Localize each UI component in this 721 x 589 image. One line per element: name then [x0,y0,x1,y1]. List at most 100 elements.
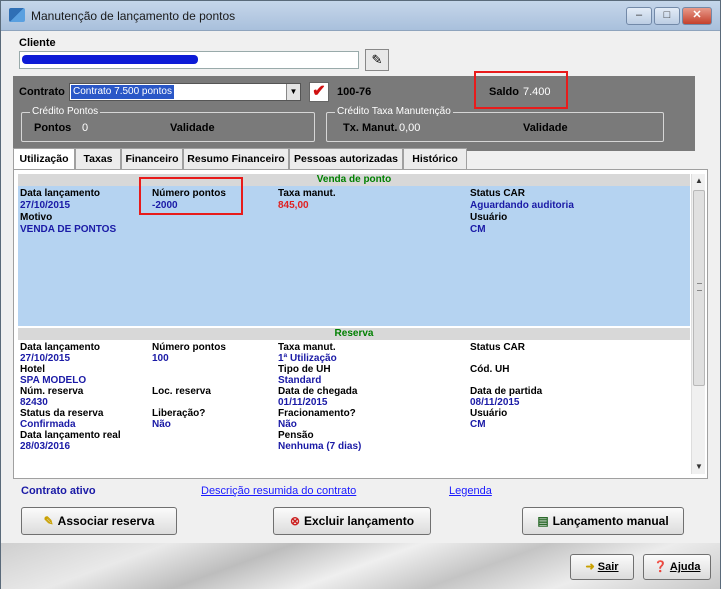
reserva-status-car-label: Status CAR [470,342,526,353]
saldo-highlight [474,71,568,109]
venda-header: Venda de ponto [18,174,690,186]
venda-record[interactable] [18,186,690,326]
reserva-data-partida-label: Data de partida [470,386,543,397]
reserva-numero-pontos-label: Número pontos [152,342,226,353]
scroll-thumb[interactable] [693,190,705,386]
document-icon: ▤ [537,514,549,528]
reserva-num-reserva: 82430 [20,397,48,408]
reserva-hotel: SPA MODELO [20,375,87,386]
venda-data-lancamento: 27/10/2015 [20,200,71,211]
close-button[interactable]: ✕ [682,7,712,25]
venda-status-car-label: Status CAR [470,188,526,199]
reserva-tipo-uh-label: Tipo de UH [278,364,331,375]
reserva-pensao: Nenhuma (7 dias) [278,441,362,452]
window-title: Manutenção de lançamento de pontos [31,9,236,23]
reserva-taxa-manut: 1ª Utilização [278,353,337,364]
venda-usuario: CM [470,224,486,235]
reserva-status: Confirmada [20,419,76,430]
tab-resumo-financeiro[interactable]: Resumo Financeiro [183,148,289,170]
numero-pontos-highlight [139,177,243,215]
help-icon: ❓ [653,561,668,573]
maximize-button[interactable]: □ [654,7,680,25]
reserva-loc-reserva-label: Loc. reserva [152,386,211,397]
ajuda-button[interactable]: ❓ Ajuda [643,554,711,580]
tab-utilizacao[interactable]: Utilização [13,148,75,171]
reserva-numero-pontos: 100 [152,353,169,364]
app-icon [9,8,25,22]
scroll-up-icon[interactable]: ▲ [692,174,706,188]
venda-motivo-label: Motivo [20,212,53,223]
ajuda-label: Ajuda [669,561,701,573]
main-window: Manutenção de lançamento de pontos – □ ✕… [0,0,721,589]
reserva-liberacao-label: Liberação? [152,408,206,419]
pencil-icon: ✎ [43,514,54,528]
reserva-data-chegada: 01/11/2015 [278,397,328,408]
minimize-button[interactable]: – [626,7,652,25]
reserva-fracionamento-label: Fracionamento? [278,408,356,419]
search-client-button[interactable]: ✎ [365,49,389,71]
reserva-fracionamento: Não [278,419,297,430]
tab-historico[interactable]: Histórico [403,148,467,170]
excluir-lancamento-label: Excluir lançamento [304,514,415,528]
contrato-select[interactable]: Contrato 7.500 pontos ▼ [69,83,301,101]
pontos-validade-label: Validade [170,122,215,134]
venda-motivo: VENDA DE PONTOS [20,224,117,235]
reserva-data-real: 28/03/2016 [20,441,71,452]
legenda-link[interactable]: Legenda [449,485,492,497]
associar-reserva-label: Associar reserva [57,514,155,528]
reserva-data-chegada-label: Data de chegada [278,386,358,397]
reserva-data-partida: 08/11/2015 [470,397,520,408]
taxa-validade-label: Validade [523,122,568,134]
reserva-data-lancamento-label: Data lançamento [20,342,101,353]
contrato-checkbox[interactable]: ✔ [309,82,329,102]
pontos-label: Pontos [34,122,72,134]
vertical-scrollbar[interactable]: ▲ ▼ [691,174,705,474]
tx-manut-value: 0,00 [399,122,421,134]
descricao-contrato-link[interactable]: Descrição resumida do contrato [201,485,356,497]
cliente-field[interactable] [19,51,359,69]
lancamento-manual-button[interactable]: ▤ Lançamento manual [522,507,684,535]
sair-label: Sair [597,561,619,573]
reserva-status-label: Status da reserva [20,408,104,419]
reserva-num-reserva-label: Núm. reserva [20,386,84,397]
utilizacao-panel: Venda de ponto Data lançamento 27/10/201… [13,169,708,479]
venda-status-car: Aguardando auditoria [470,200,574,211]
reserva-usuario: CM [470,419,486,430]
reserva-hotel-label: Hotel [20,364,45,375]
credito-pontos-group: Crédito Pontos Pontos 0 Validade [21,106,315,142]
contrato-label: Contrato [19,86,65,98]
tab-financeiro[interactable]: Financeiro [121,148,183,170]
credito-pontos-title: Crédito Pontos [30,106,101,117]
contract-code: 100-76 [337,86,372,98]
tab-pessoas-autorizadas[interactable]: Pessoas autorizadas [289,148,403,170]
title-bar: Manutenção de lançamento de pontos – □ ✕ [1,1,720,31]
venda-taxa-manut-label: Taxa manut. [278,188,336,199]
search-client-icon: ✎ [371,52,383,67]
reserva-tipo-uh: Standard [278,375,322,386]
reserva-usuario-label: Usuário [470,408,508,419]
records-list: Venda de ponto Data lançamento 27/10/201… [18,174,690,474]
tab-taxas[interactable]: Taxas [75,148,121,170]
reserva-taxa-manut-label: Taxa manut. [278,342,336,353]
reserva-liberacao: Não [152,419,171,430]
reserva-pensao-label: Pensão [278,430,314,441]
credito-taxa-title: Crédito Taxa Manutenção [335,106,453,117]
scroll-down-icon[interactable]: ▼ [692,460,706,474]
sair-button[interactable]: ➜ Sair [570,554,634,580]
cliente-label: Cliente [19,37,56,49]
contract-status: Contrato ativo [21,485,96,497]
venda-data-lancamento-label: Data lançamento [20,188,101,199]
associar-reserva-button[interactable]: ✎ Associar reserva [21,507,177,535]
lancamento-manual-label: Lançamento manual [552,514,669,528]
reserva-cod-uh-label: Cód. UH [470,364,510,375]
chevron-down-icon[interactable]: ▼ [286,84,300,100]
credito-taxa-group: Crédito Taxa Manutenção Tx. Manut. 0,00 … [326,106,664,142]
excluir-lancamento-button[interactable]: ⊗ Excluir lançamento [273,507,431,535]
delete-icon: ⊗ [289,514,300,528]
reserva-data-real-label: Data lançamento real [20,430,121,441]
pontos-value: 0 [82,122,89,134]
tx-manut-label: Tx. Manut. [343,122,398,134]
venda-usuario-label: Usuário [470,212,508,223]
cliente-redacted-value [22,55,198,64]
reserva-data-lancamento: 27/10/2015 [20,353,71,364]
